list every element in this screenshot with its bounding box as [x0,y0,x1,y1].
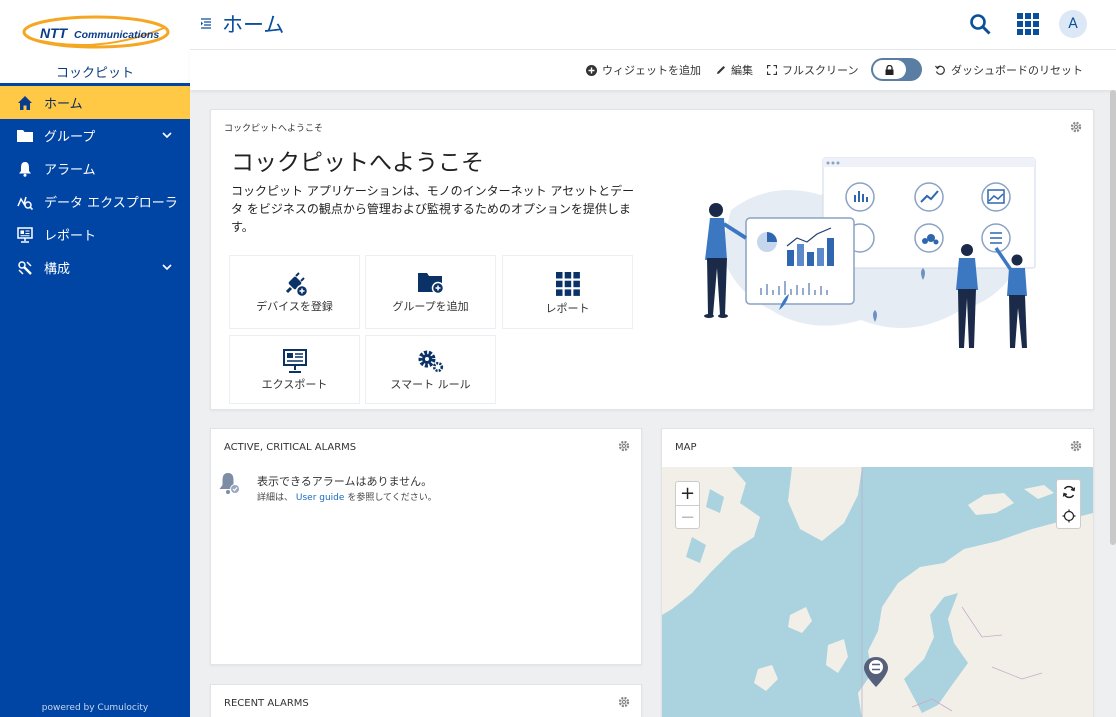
report-tile-label: レポート [545,302,590,315]
gear-icon[interactable] [1070,121,1082,133]
welcome-description: コックピット アプリケーションは、モノのインターネット アセットとデータ をビジ… [231,184,635,234]
config-icon [16,259,34,277]
folder-icon [16,127,34,145]
page-scrollbar[interactable] [1110,90,1116,545]
welcome-illustration [704,157,1036,348]
recent-alarms-title: RECENT ALARMS [224,698,309,709]
sidebar-nav: ホーム グループ アラーム データ エクスプローラ レポート 構成 [0,86,190,284]
sidebar: NTT Communications コックピット ホーム グループ アラーム [0,0,190,717]
sidebar-item-configuration[interactable]: 構成 [0,251,190,284]
sidebar-item-home[interactable]: ホーム [0,86,190,119]
app-name: コックピット [55,66,134,81]
sidebar-item-label: データ エクスプローラ [44,196,178,211]
smart-rule-tile[interactable]: スマート ルール [365,335,496,404]
add-widget-label: ウィジェットを追加 [602,64,701,77]
map-widget: MAP + − [661,428,1094,717]
sidebar-item-reports[interactable]: レポート [0,218,190,251]
user-guide-link[interactable]: User guide [296,493,345,503]
sidebar-item-label: ホーム [44,97,83,112]
reset-dashboard-button[interactable]: ダッシュボードのリセット [935,62,1083,78]
lock-icon [885,64,894,75]
page-header: ホーム A [190,0,1116,50]
welcome-widget-title: コックピットへようこそ [224,124,324,134]
welcome-widget: コックピットへようこそ コックピットへようこそ コックピット アプリケーションは… [210,109,1094,410]
user-avatar[interactable]: A [1059,10,1087,38]
sidebar-item-label: レポート [44,229,97,244]
reset-dashboard-label: ダッシュボードのリセット [951,64,1083,77]
chevron-down-icon [162,132,172,139]
fullscreen-label: フルスクリーン [782,64,859,77]
lock-toggle[interactable] [871,58,922,81]
welcome-heading: コックピットへようこそ [231,150,484,176]
sidebar-item-data-explorer[interactable]: データ エクスプローラ [0,185,190,218]
no-alarms-message: 表示できるアラームはありません。 [257,475,433,488]
gear-icon[interactable] [618,440,630,452]
gears-icon [366,349,495,373]
detail-prefix: 詳細は、 [257,493,294,503]
detail-suffix: を参照してください。 [347,493,437,503]
refresh-icon[interactable] [1062,485,1076,499]
svg-text:NTT: NTT [40,25,69,41]
zoom-out-button[interactable]: − [676,506,699,529]
map-canvas[interactable]: + − [662,467,1093,717]
bell-icon [16,160,34,178]
plug-add-icon [230,270,359,298]
edit-label: 編集 [731,64,753,77]
presentation-icon [230,349,359,373]
data-explorer-icon [16,193,34,211]
sidebar-item-label: グループ [44,130,96,145]
critical-alarms-title: ACTIVE, CRITICAL ALARMS [224,442,357,453]
chevron-down-icon [162,264,172,271]
fullscreen-button[interactable]: フルスクリーン [767,62,858,78]
lock-toggle-knob [873,60,906,79]
zoom-control: + − [675,481,700,529]
map-title: MAP [675,442,697,453]
export-label: エクスポート [261,378,328,391]
plus-circle-icon [586,64,597,76]
gear-icon[interactable] [618,696,630,708]
gear-icon[interactable] [1070,440,1082,452]
map-controls [1056,479,1081,529]
reset-icon [935,65,945,75]
report-icon [16,226,34,244]
locate-icon[interactable] [1062,509,1076,523]
world-map [662,467,1093,717]
grid-icon [503,272,632,296]
search-icon[interactable] [968,12,992,36]
sidebar-item-label: アラーム [44,163,96,178]
add-group-tile[interactable]: グループを追加 [365,255,496,329]
add-group-label: グループを追加 [392,300,469,313]
menu-toggle-icon[interactable] [200,17,212,29]
smart-rule-label: スマート ルール [390,378,471,391]
sidebar-item-label: 構成 [44,262,71,277]
ntt-logo: NTT Communications [22,15,170,49]
folder-add-icon [366,270,495,296]
no-alarms-detail: 詳細は、 User guide を参照してください。 [257,490,437,503]
sidebar-item-alarms[interactable]: アラーム [0,152,190,185]
logo-area: NTT Communications コックピット [0,0,190,86]
recent-alarms-widget: RECENT ALARMS [210,684,642,717]
powered-by: powered by Cumulocity [41,703,149,713]
expand-icon [767,65,777,75]
export-tile[interactable]: エクスポート [229,335,360,404]
home-icon [16,94,34,112]
add-widget-button[interactable]: ウィジェットを追加 [586,62,701,78]
bell-check-icon [219,473,240,494]
zoom-in-button[interactable]: + [676,482,699,506]
dashboard-actionbar: ウィジェットを追加 編集 フルスクリーン ダッシュボードのリセット [190,50,1116,90]
report-tile[interactable]: レポート [502,255,633,329]
register-device-tile[interactable]: デバイスを登録 [229,255,360,329]
page-title: ホーム [222,13,285,37]
register-device-label: デバイスを登録 [256,300,333,313]
pencil-icon [717,66,725,74]
critical-alarms-widget: ACTIVE, CRITICAL ALARMS 表示できるアラームはありません。… [210,428,642,665]
app-switcher-icon[interactable] [1017,13,1039,35]
sidebar-item-groups[interactable]: グループ [0,119,190,152]
edit-button[interactable]: 編集 [716,62,753,78]
svg-text:Communications: Communications [74,29,159,41]
